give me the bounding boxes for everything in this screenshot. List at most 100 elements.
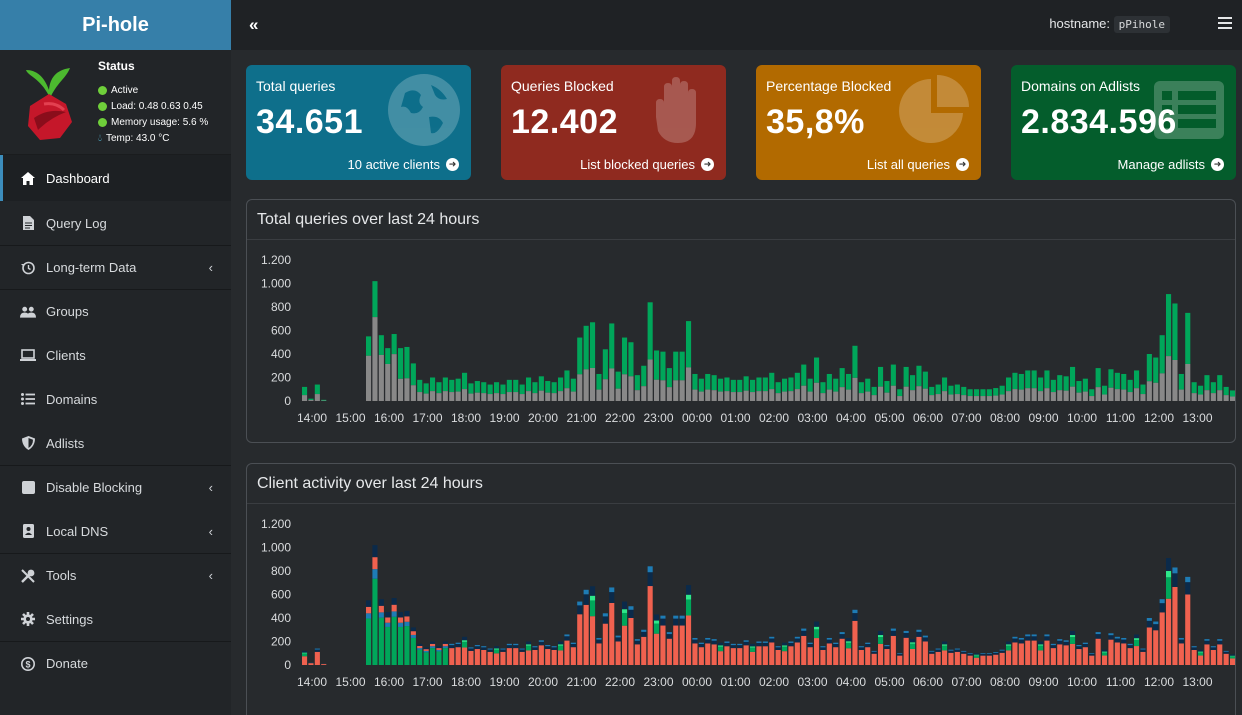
permitted-bar[interactable]	[378, 335, 384, 355]
permitted-bar[interactable]	[910, 375, 916, 391]
permitted-bar[interactable]	[430, 377, 436, 392]
permitted-bar[interactable]	[1108, 369, 1114, 388]
clients-chart[interactable]: 0 200 400 600 800 1.000 1.200 14:00 15:00 16:00 17…	[247, 504, 1242, 714]
permitted-bar[interactable]	[929, 386, 935, 396]
permitted-bar[interactable]	[762, 377, 768, 392]
client-bar-segment[interactable]	[820, 646, 826, 648]
client-bar-segment[interactable]	[954, 648, 960, 650]
client-bar-segment[interactable]	[1012, 642, 1018, 665]
blocked-bar[interactable]	[1044, 388, 1050, 401]
client-bar-segment[interactable]	[929, 653, 935, 665]
client-bar-segment[interactable]	[558, 644, 564, 646]
client-bar-segment[interactable]	[398, 622, 404, 627]
client-bar-segment[interactable]	[1159, 599, 1165, 604]
client-bar-segment[interactable]	[538, 645, 544, 665]
client-bar-segment[interactable]	[1114, 638, 1120, 643]
permitted-bar[interactable]	[871, 386, 877, 396]
client-bar-segment[interactable]	[980, 653, 986, 656]
client-bar-segment[interactable]	[366, 618, 372, 665]
client-bar-segment[interactable]	[679, 615, 685, 619]
hamburger-menu-icon[interactable]	[1218, 17, 1232, 32]
blocked-bar[interactable]	[602, 379, 608, 401]
blocked-bar[interactable]	[910, 390, 916, 401]
client-bar-segment[interactable]	[1153, 624, 1159, 631]
client-bar-segment[interactable]	[1063, 641, 1069, 646]
client-bar-segment[interactable]	[602, 616, 608, 624]
blocked-bar[interactable]	[622, 374, 628, 401]
blocked-bar[interactable]	[417, 392, 423, 401]
blocked-bar[interactable]	[449, 392, 455, 401]
permitted-bar[interactable]	[916, 365, 922, 387]
client-bar-segment[interactable]	[1172, 567, 1178, 574]
sidebar-item-query-log[interactable]: Query Log	[0, 201, 231, 245]
permitted-bar[interactable]	[935, 384, 941, 395]
blocked-bar[interactable]	[1172, 359, 1178, 401]
client-bar-segment[interactable]	[634, 644, 640, 665]
client-bar-segment[interactable]	[718, 642, 724, 646]
client-bar-segment[interactable]	[487, 649, 493, 652]
permitted-bar[interactable]	[506, 379, 512, 393]
client-bar-segment[interactable]	[615, 637, 621, 642]
client-bar-segment[interactable]	[1153, 630, 1159, 665]
stat-footer-link[interactable]: 10 active clients ➜	[348, 157, 459, 172]
permitted-bar[interactable]	[1172, 303, 1178, 360]
client-bar-segment[interactable]	[398, 612, 404, 618]
permitted-bar[interactable]	[526, 377, 532, 392]
blocked-bar[interactable]	[730, 392, 736, 401]
client-bar-segment[interactable]	[686, 599, 692, 616]
client-bar-segment[interactable]	[871, 650, 877, 652]
client-bar-segment[interactable]	[1198, 651, 1204, 653]
permitted-bar[interactable]	[794, 372, 800, 390]
client-bar-segment[interactable]	[398, 626, 404, 665]
client-bar-segment[interactable]	[814, 638, 820, 665]
permitted-bar[interactable]	[1102, 385, 1108, 395]
client-bar-segment[interactable]	[1134, 639, 1140, 647]
client-bar-segment[interactable]	[487, 648, 493, 650]
client-bar-segment[interactable]	[750, 647, 756, 652]
client-bar-segment[interactable]	[1204, 644, 1210, 665]
permitted-bar[interactable]	[1140, 384, 1146, 395]
client-bar-segment[interactable]	[1198, 655, 1204, 665]
client-bar-segment[interactable]	[935, 648, 941, 650]
permitted-bar[interactable]	[948, 385, 954, 395]
client-bar-segment[interactable]	[410, 637, 416, 665]
client-bar-segment[interactable]	[1031, 636, 1037, 641]
client-bar-segment[interactable]	[782, 645, 788, 647]
blocked-bar[interactable]	[468, 393, 474, 401]
client-bar-segment[interactable]	[999, 652, 1005, 665]
client-bar-segment[interactable]	[513, 645, 519, 649]
client-bar-segment[interactable]	[1146, 618, 1152, 621]
client-bar-segment[interactable]	[577, 601, 583, 606]
client-bar-segment[interactable]	[1185, 576, 1191, 583]
client-bar-segment[interactable]	[570, 644, 576, 648]
blocked-bar[interactable]	[436, 393, 442, 401]
permitted-bar[interactable]	[942, 377, 948, 392]
client-bar-segment[interactable]	[1050, 643, 1056, 646]
client-bar-segment[interactable]	[1050, 645, 1056, 649]
blocked-bar[interactable]	[1121, 389, 1127, 401]
permitted-bar[interactable]	[711, 375, 717, 391]
blocked-bar[interactable]	[846, 389, 852, 401]
blocked-bar[interactable]	[718, 391, 724, 401]
client-bar-segment[interactable]	[372, 578, 378, 665]
permitted-bar[interactable]	[705, 373, 711, 390]
client-bar-segment[interactable]	[628, 618, 634, 665]
client-bar-segment[interactable]	[526, 650, 532, 665]
blocked-bar[interactable]	[756, 391, 762, 401]
client-bar-segment[interactable]	[641, 636, 647, 665]
client-bar-segment[interactable]	[564, 640, 570, 665]
client-bar-segment[interactable]	[590, 586, 596, 596]
client-bar-segment[interactable]	[878, 637, 884, 644]
client-bar-segment[interactable]	[1172, 586, 1178, 665]
client-bar-segment[interactable]	[826, 637, 832, 640]
permitted-bar[interactable]	[743, 376, 749, 391]
permitted-bar[interactable]	[1114, 372, 1120, 390]
client-bar-segment[interactable]	[1025, 634, 1031, 637]
blocked-bar[interactable]	[1089, 396, 1095, 401]
client-bar-segment[interactable]	[634, 640, 640, 645]
client-bar-segment[interactable]	[1006, 645, 1012, 651]
client-bar-segment[interactable]	[1127, 645, 1133, 649]
client-bar-segment[interactable]	[378, 599, 384, 606]
client-bar-segment[interactable]	[321, 664, 327, 665]
client-bar-segment[interactable]	[756, 646, 762, 665]
